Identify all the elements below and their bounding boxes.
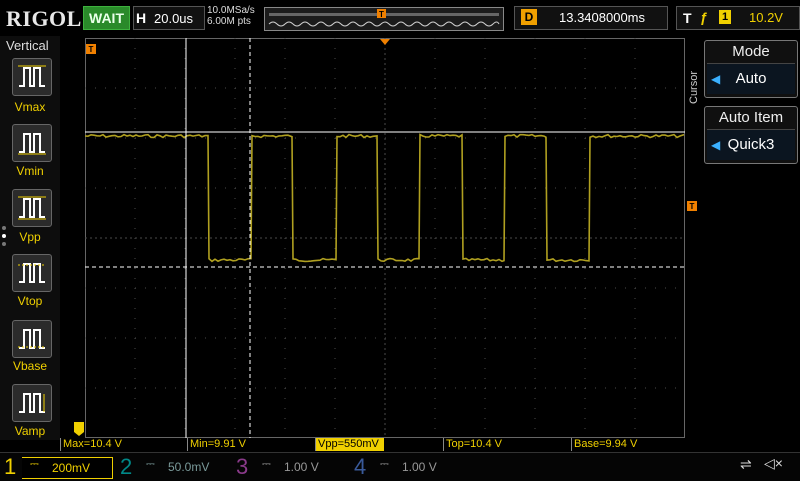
memory-overview-waveform: T (268, 9, 500, 27)
vbase-button[interactable] (12, 320, 52, 358)
acquisition-info: 10.0MSa/s 6.00M pts (207, 5, 255, 27)
sidebar-title: Vertical (6, 38, 49, 53)
delay-label: D (521, 9, 537, 25)
dc-coupling-icon: ⎓ (30, 458, 39, 470)
channel-3[interactable]: 3 1.00 V ⎓ (232, 455, 344, 479)
trigger-channel: 1 (719, 10, 731, 24)
svg-text:T: T (89, 45, 94, 54)
channel-4-number: 4 (354, 454, 367, 479)
rigol-logo: RIGOL (6, 6, 82, 31)
cursor-mode-value: Auto (735, 70, 767, 87)
vertical-measure-sidebar: Vertical Vmax Vmin Vpp Vtop Vbase Vamp (0, 36, 60, 440)
channel-3-number: 3 (236, 454, 249, 479)
measurement-max[interactable]: Max=10.4 V (60, 438, 187, 451)
delay-value: 13.3408000ms (559, 10, 646, 25)
vpp-button[interactable] (12, 189, 52, 227)
trigger-box[interactable]: T ƒ 1 10.2V (676, 6, 800, 30)
top-status-bar: RIGOL WAIT H 20.0us 10.0MSa/s 6.00M pts … (0, 0, 800, 36)
vtop-button[interactable] (12, 254, 52, 292)
trigger-time-marker (380, 39, 390, 45)
trigger-level: 10.2V (749, 10, 783, 25)
vmax-icon (18, 65, 46, 87)
vtop-icon (18, 263, 46, 283)
vmax-button[interactable] (12, 58, 52, 96)
usb-icon: ⇌ (740, 456, 752, 472)
trigger-level-arrow[interactable]: T (687, 200, 699, 212)
rising-edge-icon: ƒ (700, 9, 708, 25)
ch1-offset-marker[interactable] (74, 422, 86, 436)
measurement-min[interactable]: Min=9.91 V (187, 438, 314, 451)
measurement-bar: Max=10.4 V Min=9.91 V Vpp=550mV Top=10.4… (60, 438, 700, 452)
vamp-button[interactable] (12, 384, 52, 422)
measurement-vpp[interactable]: Vpp=550mV (315, 438, 384, 451)
waveform-grid: T (85, 38, 685, 438)
speaker-muted-icon[interactable]: ◁× (764, 455, 783, 472)
vbase-icon (18, 329, 46, 349)
vbase-label: Vbase (12, 359, 48, 373)
delay-box[interactable]: D 13.3408000ms (514, 6, 668, 30)
dc-coupling-icon: ⎓ (146, 458, 155, 470)
channel-2-number: 2 (120, 454, 133, 479)
memory-overview-strip[interactable]: T (264, 7, 504, 31)
auto-item-title: Auto Item (718, 109, 784, 126)
vpp-label: Vpp (19, 230, 41, 244)
menu-tab-cursor[interactable]: Cursor (688, 60, 702, 104)
channel-1-number: 1 (4, 454, 17, 479)
auto-item-value-box[interactable]: ◀ Quick3 (707, 129, 795, 160)
svg-text:T: T (379, 10, 384, 19)
channel-1[interactable]: 1 200mV ⎓ (0, 454, 113, 479)
dc-coupling-icon: ⎓ (262, 458, 271, 470)
vamp-label: Vamp (14, 424, 46, 438)
svg-text:T: T (690, 202, 695, 211)
channel-status-bar: 1 200mV ⎓ 2 50.0mV ⎓ 3 1.00 V ⎓ 4 1.00 V… (0, 452, 800, 481)
vmin-label: Vmin (16, 164, 44, 178)
grid-lines (85, 38, 685, 438)
memory-depth: 6.00M pts (207, 16, 251, 27)
measurement-base[interactable]: Base=9.94 V (571, 438, 698, 451)
waveform-display[interactable]: T (85, 38, 685, 438)
channel-4[interactable]: 4 1.00 V ⎓ (350, 455, 462, 479)
run-status-badge[interactable]: WAIT (83, 6, 130, 30)
vmax-label: Vmax (14, 100, 46, 114)
vmin-button[interactable] (12, 124, 52, 162)
vtop-label: Vtop (17, 294, 43, 308)
vamp-icon (19, 393, 45, 413)
channel-2[interactable]: 2 50.0mV ⎓ (116, 455, 228, 479)
cursor-mode-menu[interactable]: Mode ◀ Auto (704, 40, 798, 98)
measurement-top[interactable]: Top=10.4 V (443, 438, 570, 451)
ch1-trigger-marker-left: T (86, 44, 96, 54)
auto-item-menu[interactable]: Auto Item ◀ Quick3 (704, 106, 798, 164)
cursor-mode-title: Mode (732, 43, 770, 60)
sample-rate: 10.0MSa/s (207, 5, 255, 16)
auto-item-value: Quick3 (727, 136, 775, 153)
timebase-box[interactable]: H 20.0us (133, 6, 205, 30)
vpp-icon (18, 196, 46, 220)
cursor-mode-value-box[interactable]: ◀ Auto (707, 63, 795, 94)
timebase-value: 20.0us (154, 11, 194, 26)
timebase-label: H (136, 10, 147, 26)
vmin-icon (18, 133, 46, 155)
trigger-label: T (683, 10, 692, 26)
dc-coupling-icon: ⎓ (380, 458, 389, 470)
